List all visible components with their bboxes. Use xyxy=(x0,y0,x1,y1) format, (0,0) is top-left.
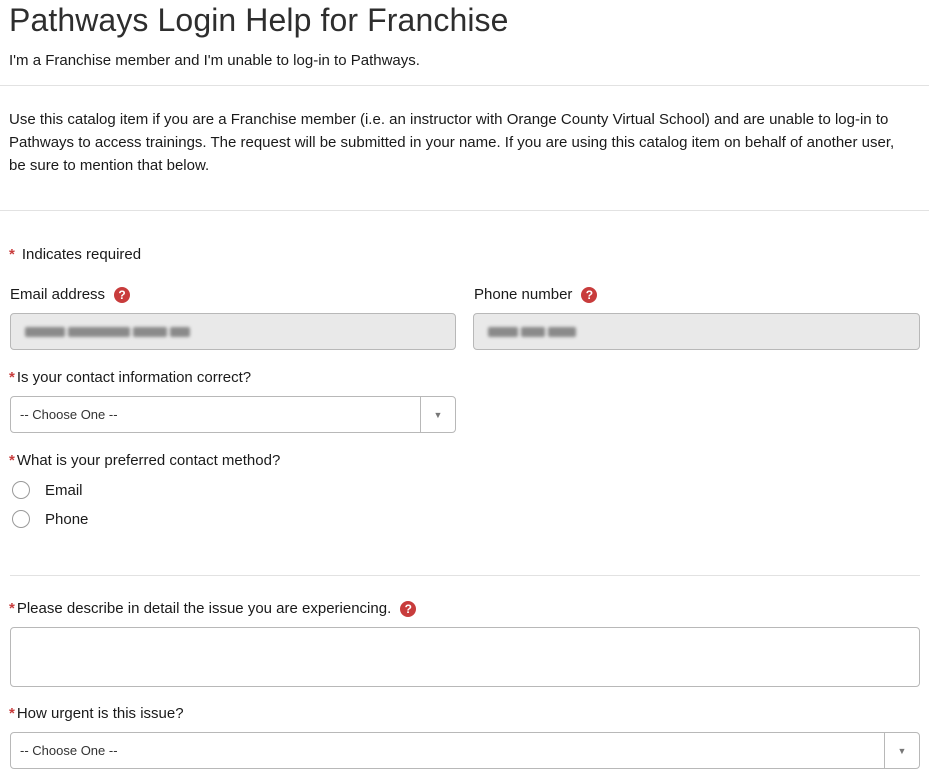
phone-label-text: Phone number xyxy=(474,286,573,303)
radio-option-label: Phone xyxy=(45,510,89,528)
catalog-description: Use this catalog item if you are a Franc… xyxy=(9,111,895,174)
required-asterisk: * xyxy=(9,246,15,263)
caret-down-icon[interactable]: ▼ xyxy=(884,733,919,768)
contact-correct-selected-value: -- Choose One -- xyxy=(20,407,118,422)
required-note-text: Indicates required xyxy=(21,246,142,263)
catalog-item-page: Pathways Login Help for Franchise I'm a … xyxy=(0,0,929,781)
page-title: Pathways Login Help for Franchise xyxy=(9,2,509,38)
help-circle-icon[interactable]: ? xyxy=(114,286,131,303)
required-asterisk: * xyxy=(9,452,15,469)
page-subtitle: I'm a Franchise member and I'm unable to… xyxy=(9,52,420,69)
email-label: Email address ? xyxy=(10,286,131,303)
urgency-label-text: How urgent is this issue? xyxy=(16,705,184,722)
section-divider xyxy=(10,575,920,576)
required-asterisk: * xyxy=(9,369,15,386)
radio-button[interactable] xyxy=(12,481,30,499)
radio-option-email[interactable]: Email xyxy=(12,481,83,499)
issue-description-label-text: Please describe in detail the issue you … xyxy=(16,600,392,617)
preferred-contact-label-text: What is your preferred contact method? xyxy=(16,452,281,469)
phone-value-obscured xyxy=(488,326,576,337)
header-divider xyxy=(0,85,929,86)
email-value-obscured xyxy=(25,326,190,337)
help-circle-icon[interactable]: ? xyxy=(400,600,417,617)
help-circle-icon[interactable]: ? xyxy=(581,286,598,303)
phone-label: Phone number ? xyxy=(474,286,598,303)
phone-field[interactable] xyxy=(473,313,920,350)
preferred-contact-label: * What is your preferred contact method? xyxy=(9,452,280,469)
issue-description-textarea[interactable] xyxy=(10,627,920,687)
contact-correct-select[interactable]: -- Choose One -- ▼ xyxy=(10,396,456,433)
urgency-selected-value: -- Choose One -- xyxy=(20,743,118,758)
required-asterisk: * xyxy=(9,600,15,617)
description-divider xyxy=(0,210,929,211)
caret-down-icon[interactable]: ▼ xyxy=(420,397,455,432)
email-field[interactable] xyxy=(10,313,456,350)
urgency-select[interactable]: -- Choose One -- ▼ xyxy=(10,732,920,769)
radio-option-phone[interactable]: Phone xyxy=(12,510,88,528)
radio-button[interactable] xyxy=(12,510,30,528)
contact-correct-label: * Is your contact information correct? xyxy=(9,369,251,386)
contact-correct-label-text: Is your contact information correct? xyxy=(16,369,252,386)
radio-option-label: Email xyxy=(45,481,83,499)
urgency-label: * How urgent is this issue? xyxy=(9,705,184,722)
required-indicator-note: * Indicates required xyxy=(9,246,141,263)
required-asterisk: * xyxy=(9,705,15,722)
issue-description-label: * Please describe in detail the issue yo… xyxy=(9,600,417,617)
email-label-text: Email address xyxy=(10,286,106,303)
